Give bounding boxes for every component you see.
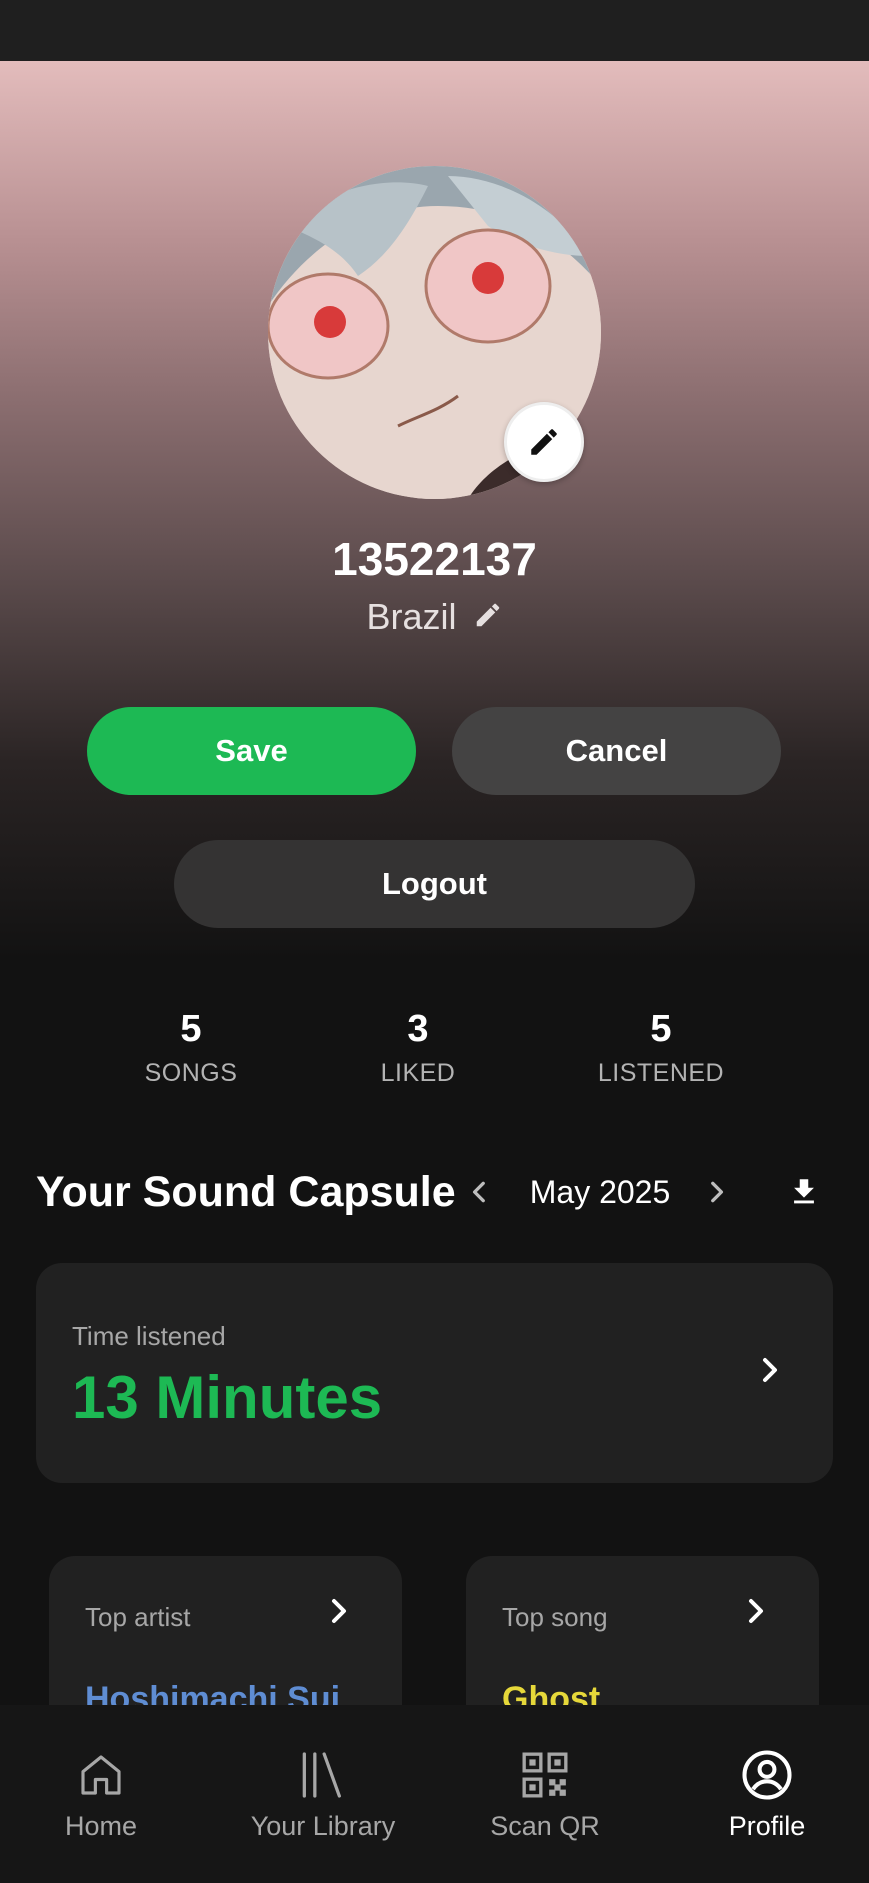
month-label: May 2025: [529, 1174, 671, 1210]
top-song-label: Top song: [502, 1602, 608, 1632]
chevron-right-icon: [711, 1181, 724, 1203]
pencil-icon: [476, 603, 499, 626]
top-artist-label: Top artist: [85, 1602, 191, 1632]
username: 13522137: [332, 533, 537, 585]
logout-button[interactable]: Logout: [174, 840, 695, 928]
home-icon: [1, 1745, 201, 1805]
stats-row: 5 SONGS 3 LIKED 5 LISTENED: [0, 1008, 869, 1098]
edit-location-button[interactable]: [473, 600, 503, 635]
nav-your-library[interactable]: Your Library: [223, 1745, 423, 1842]
profile-icon: [667, 1745, 867, 1805]
chevron-left-icon: [472, 1181, 485, 1203]
stat-value: 5: [180, 1008, 202, 1050]
nav-scan-qr[interactable]: Scan QR: [445, 1745, 645, 1842]
stat-label: SONGS: [144, 1059, 238, 1087]
time-listened-label: Time listened: [72, 1321, 226, 1351]
stat-value: 3: [407, 1008, 429, 1050]
location-text: Brazil: [366, 596, 457, 637]
top-artist-value: Hoshimachi Sui: [85, 1680, 341, 1706]
chevron-right-icon: [324, 1596, 354, 1631]
stat-label: LIKED: [380, 1059, 456, 1087]
nav-label: Scan QR: [490, 1811, 600, 1841]
chevron-right-icon: [741, 1596, 771, 1631]
stat-listened: 5 LISTENED: [561, 1008, 761, 1088]
next-month-button[interactable]: [696, 1172, 736, 1212]
top-song-card[interactable]: Top song Ghost: [466, 1556, 819, 1706]
stat-value: 5: [650, 1008, 672, 1050]
save-button[interactable]: Save: [87, 707, 416, 795]
top-song-value: Ghost: [502, 1680, 601, 1706]
download-button[interactable]: [780, 1168, 828, 1216]
nav-home[interactable]: Home: [1, 1745, 201, 1842]
stat-songs: 5 SONGS: [91, 1008, 291, 1088]
nav-label: Your Library: [250, 1811, 396, 1841]
top-artist-card[interactable]: Top artist Hoshimachi Sui: [49, 1556, 402, 1706]
time-listened-value: 13 Minutes: [72, 1364, 383, 1431]
stat-label: LISTENED: [597, 1059, 725, 1087]
sound-capsule-header: Your Sound Capsule May 2025: [36, 1164, 836, 1220]
sound-capsule-title: Your Sound Capsule: [36, 1168, 456, 1216]
qr-code-icon: [445, 1745, 645, 1805]
nav-profile[interactable]: Profile: [667, 1745, 867, 1842]
previous-month-button[interactable]: [460, 1172, 500, 1212]
bottom-navigation: Home Your Library Scan QR Profile: [0, 1705, 869, 1883]
nav-label: Home: [64, 1811, 138, 1841]
edit-avatar-button[interactable]: [504, 402, 584, 482]
time-listened-card[interactable]: Time listened 13 Minutes: [36, 1263, 833, 1483]
nav-label: Profile: [728, 1811, 806, 1841]
cancel-button[interactable]: Cancel: [452, 707, 781, 795]
library-icon: [223, 1745, 423, 1805]
status-bar: [0, 0, 869, 61]
stat-liked: 3 LIKED: [318, 1008, 518, 1088]
chevron-right-icon: [755, 1355, 785, 1390]
download-icon: [794, 1179, 814, 1204]
pencil-icon: [531, 429, 557, 455]
location-row: Brazil: [0, 596, 869, 638]
